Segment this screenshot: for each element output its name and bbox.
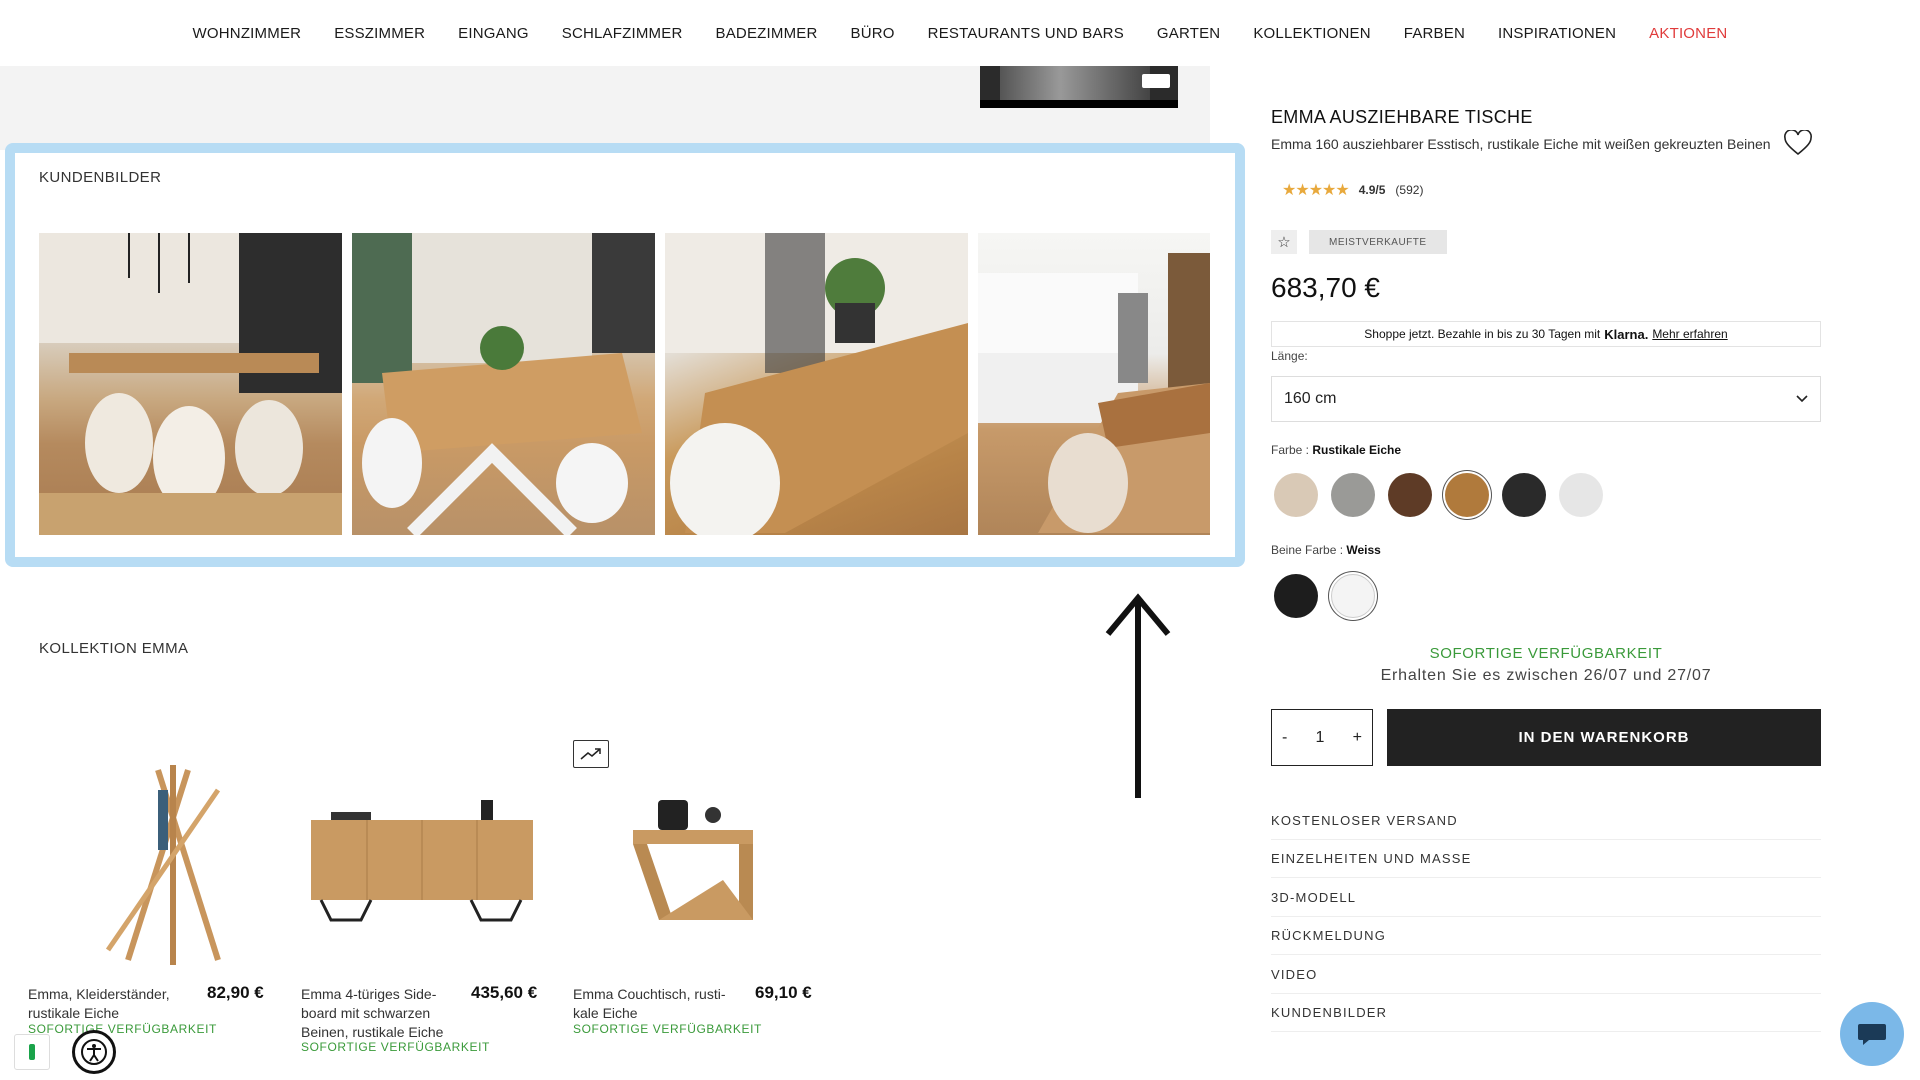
color-swatch-grey[interactable] — [1331, 473, 1375, 517]
legs-swatch-black[interactable] — [1274, 574, 1318, 618]
accordion-label: RÜCKMELDUNG — [1271, 928, 1387, 943]
accordion-shipping[interactable]: KOSTENLOSER VERSAND — [1271, 802, 1821, 840]
quantity-stepper: - 1 + — [1271, 709, 1373, 766]
customer-images-title: KUNDENBILDER — [39, 169, 162, 186]
product-availability: SOFORTIGE VERFÜGBARKEIT — [301, 1040, 490, 1054]
klarna-logo: Klarna. — [1604, 326, 1649, 342]
color-label: Farbe : Rustikale Eiche — [1271, 443, 1401, 457]
accordion-label: VIDEO — [1271, 967, 1318, 982]
quantity-value[interactable]: 1 — [1316, 729, 1325, 747]
accordion-3d-model[interactable]: 3D-MODELL — [1271, 879, 1821, 917]
collection-title: KOLLEKTION EMMA — [39, 640, 189, 657]
photo-1-illustration — [39, 233, 342, 535]
product-price: 69,10 € — [755, 983, 812, 1002]
video-icon — [1142, 74, 1170, 88]
color-value: Rustikale Eiche — [1312, 443, 1402, 457]
product-subtitle: Emma 160 ausziehbarer Esstisch, rustikal… — [1271, 136, 1771, 152]
star-icon: ☆ — [1271, 230, 1297, 254]
color-label-text: Farbe : — [1271, 443, 1310, 457]
accordion-label: EINZELHEITEN UND MASSE — [1271, 851, 1472, 866]
leaf-badge[interactable] — [14, 1034, 50, 1070]
nav-item-kollektionen[interactable]: KOLLEKTIONEN — [1237, 25, 1387, 42]
accordion-feedback[interactable]: RÜCKMELDUNG — [1271, 917, 1821, 955]
customer-photo-4[interactable] — [978, 233, 1210, 535]
nav-item-garten[interactable]: GARTEN — [1140, 25, 1236, 42]
photo-3-illustration — [665, 233, 968, 535]
product-name[interactable]: Emma 4-türiges Side-board mit schwarzen … — [301, 985, 471, 1042]
chevron-down-icon — [1796, 395, 1808, 403]
availability-status: SOFORTIGE VERFÜGBARKEIT — [1429, 645, 1663, 662]
klarna-text: Shoppe jetzt. Bezahle in bis zu 30 Tagen… — [1364, 327, 1601, 341]
rating-stars-icon: ★★★★★ — [1282, 182, 1350, 199]
product-price: 435,60 € — [471, 983, 538, 1002]
photo-2-illustration — [352, 233, 655, 535]
legs-label-text: Beine Farbe : — [1271, 543, 1344, 557]
accordion-video[interactable]: VIDEO — [1271, 956, 1821, 994]
coat-rack-image — [105, 765, 221, 965]
nav-item-eingang[interactable]: EINGANG — [442, 25, 546, 42]
accordion-label: 3D-MODELL — [1271, 890, 1357, 905]
nav-item-restaurants[interactable]: RESTAURANTS UND BARS — [911, 25, 1140, 42]
main-navigation: WOHNZIMMER ESSZIMMER EINGANG SCHLAFZIMME… — [0, 0, 1920, 66]
chat-icon — [1858, 1024, 1886, 1045]
rating-score: 4.9/5 — [1358, 183, 1386, 197]
nav-item-badezimmer[interactable]: BADEZIMMER — [699, 25, 834, 42]
length-select[interactable]: 160 cm — [1271, 376, 1821, 422]
nav-item-inspirationen[interactable]: INSPIRATIONEN — [1482, 25, 1633, 42]
length-label: Länge: — [1271, 349, 1308, 363]
legs-swatch-white[interactable] — [1331, 574, 1375, 618]
product-name[interactable]: Emma, Kleiderständer, rustikale Eiche — [28, 985, 198, 1023]
nav-item-aktionen[interactable]: AKTIONEN — [1633, 25, 1744, 42]
quantity-plus-button[interactable]: + — [1353, 729, 1362, 747]
nav-item-schlafzimmer[interactable]: SCHLAFZIMMER — [545, 25, 699, 42]
product-title: EMMA AUSZIEHBARE TISCHE — [1271, 107, 1533, 127]
wishlist-heart-icon[interactable] — [1784, 130, 1812, 156]
customer-photo-1[interactable] — [39, 233, 342, 535]
customer-photo-3[interactable] — [665, 233, 968, 535]
product-availability: SOFORTIGE VERFÜGBARKEIT — [573, 1022, 762, 1036]
accordion-customer-images[interactable]: KUNDENBILDER — [1271, 994, 1821, 1032]
klarna-banner: Shoppe jetzt. Bezahle in bis zu 30 Tagen… — [1271, 321, 1821, 347]
accessibility-icon — [81, 1039, 107, 1065]
coffee-table-image — [633, 800, 753, 920]
product-availability: SOFORTIGE VERFÜGBARKEIT — [28, 1022, 217, 1036]
nav-item-esszimmer[interactable]: ESSZIMMER — [318, 25, 442, 42]
product-rating[interactable]: ★★★★★ 4.9/5 (592) — [1282, 180, 1423, 200]
klarna-more-link[interactable]: Mehr erfahren — [1652, 327, 1727, 341]
nav-item-wohnzimmer[interactable]: WOHNZIMMER — [176, 25, 318, 42]
chat-button[interactable] — [1840, 1002, 1904, 1066]
photo-4-illustration — [978, 253, 1210, 533]
add-to-cart-button[interactable]: IN DEN WARENKORB — [1387, 709, 1821, 766]
leaf-icon — [29, 1044, 35, 1060]
product-price: 82,90 € — [207, 983, 264, 1002]
customer-photo-2[interactable] — [352, 233, 655, 535]
length-value: 160 cm — [1284, 390, 1337, 407]
video-thumbnail[interactable] — [980, 66, 1178, 108]
accordion-label: KUNDENBILDER — [1271, 1005, 1388, 1020]
nav-item-farben[interactable]: FARBEN — [1387, 25, 1481, 42]
accessibility-button[interactable] — [72, 1030, 116, 1074]
nav-item-buero[interactable]: BÜRO — [834, 25, 911, 42]
up-arrow-annotation — [1105, 593, 1171, 798]
bestseller-badge: MEISTVERKAUFTE — [1309, 230, 1447, 254]
color-swatch-black[interactable] — [1502, 473, 1546, 517]
video-frame — [1000, 66, 1150, 100]
color-swatch-rustic-oak[interactable] — [1445, 473, 1489, 517]
quantity-minus-button[interactable]: - — [1282, 729, 1287, 747]
color-swatch-natural[interactable] — [1274, 473, 1318, 517]
accordion-details[interactable]: EINZELHEITEN UND MASSE — [1271, 840, 1821, 878]
product-price: 683,70 € — [1271, 272, 1380, 303]
accordion-label: KOSTENLOSER VERSAND — [1271, 813, 1458, 828]
delivery-estimate: Erhalten Sie es zwischen 26/07 und 27/07 — [1380, 667, 1712, 684]
color-swatch-walnut[interactable] — [1388, 473, 1432, 517]
trend-chart-icon — [580, 748, 601, 760]
product-name[interactable]: Emma Couchtisch, rusti-kale Eiche — [573, 985, 743, 1023]
legs-color-label: Beine Farbe : Weiss — [1271, 543, 1381, 557]
color-swatch-white[interactable] — [1559, 473, 1603, 517]
review-count: (592) — [1395, 183, 1424, 197]
sideboard-image — [311, 800, 533, 922]
legs-color-value: Weiss — [1346, 543, 1381, 557]
